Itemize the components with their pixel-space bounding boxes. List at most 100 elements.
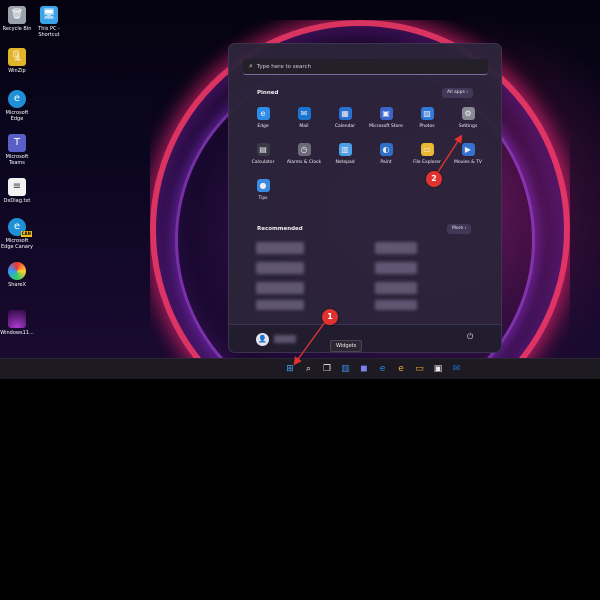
all-apps-button[interactable]: All apps › — [442, 88, 474, 98]
desktop-icon-label: This PC - Shortcut — [38, 26, 60, 38]
recommended-title: Recommended — [257, 226, 303, 232]
store-icon: ▣ — [379, 107, 393, 120]
gear-icon: ⚙ — [461, 107, 475, 120]
desktop-icon-label: ShareX — [8, 282, 26, 288]
calculator-icon: ▤ — [256, 143, 270, 156]
widgets-icon[interactable]: ▥ — [340, 363, 352, 375]
mail-icon: ✉ — [297, 107, 311, 120]
recommended-item[interactable] — [256, 242, 304, 254]
start-menu-footer: 👤 ⏻ — [229, 324, 501, 352]
search-icon: ⌕ — [249, 62, 253, 70]
winzip-icon: 🗜 — [8, 48, 26, 66]
search-placeholder: Type here to search — [256, 63, 311, 70]
desktop-icon-teams[interactable]: T Microsoft Teams — [0, 134, 34, 166]
desktop-icon-winzip[interactable]: 🗜 WinZip — [0, 48, 34, 74]
all-apps-label: All apps — [447, 90, 465, 95]
taskbar: ⊞ ⌕ ❐ ▥ ◼ e e ▭ ▣ ✉ — [0, 358, 600, 379]
canary-badge: CAN — [20, 231, 32, 237]
edge-icon[interactable]: e — [377, 363, 389, 375]
recommended-item[interactable] — [375, 242, 417, 254]
desktop-icon-sharex[interactable]: ShareX — [0, 262, 34, 288]
pinned-app-settings[interactable]: ⚙ Settings — [448, 107, 488, 129]
pinned-app-photos[interactable]: ▨ Photos — [407, 107, 447, 129]
windows-start-icon[interactable]: ⊞ — [284, 363, 296, 375]
pinned-app-label: Alarms & Clock — [286, 160, 322, 165]
teams-icon: T — [8, 134, 26, 152]
pinned-app-mail[interactable]: ✉ Mail — [284, 107, 324, 129]
power-icon[interactable]: ⏻ — [467, 332, 473, 342]
desktop-icon-label: Microsoft Teams — [5, 154, 29, 166]
search-icon[interactable]: ⌕ — [303, 363, 315, 375]
pinned-app-label: Calculator — [251, 160, 275, 165]
clock-icon: ◷ — [297, 143, 311, 156]
recommended-item[interactable] — [375, 282, 417, 294]
pinned-app-label: Notepad — [335, 160, 355, 165]
pinned-app-file-explorer[interactable]: ▭ File Explorer — [407, 143, 447, 165]
desktop-wallpaper: 🗑 Recycle Bin 🖥 This PC - Shortcut 🗜 Win… — [0, 0, 600, 358]
start-menu: ⌕ Type here to search Pinned All apps › … — [228, 43, 502, 353]
chevron-right-icon: › — [464, 226, 467, 231]
pinned-app-label: Photos — [419, 124, 435, 129]
desktop-icon-edge[interactable]: e Microsoft Edge — [0, 90, 34, 122]
pinned-app-calendar[interactable]: ▦ Calendar — [325, 107, 365, 129]
recommended-item[interactable] — [256, 300, 304, 310]
pinned-app-edge[interactable]: e Edge — [243, 107, 283, 129]
paint-icon: ◐ — [379, 143, 393, 156]
chevron-right-icon: › — [466, 90, 469, 95]
recycle-bin-icon: 🗑 — [8, 6, 26, 24]
pinned-app-alarms-clock[interactable]: ◷ Alarms & Clock — [284, 143, 324, 165]
photos-icon: ▨ — [420, 107, 434, 120]
mail-icon[interactable]: ✉ — [451, 363, 463, 375]
desktop-icon-recycle-bin[interactable]: 🗑 Recycle Bin — [0, 6, 34, 32]
folder-icon: ▭ — [420, 143, 434, 156]
desktop-icon-label: Microsoft Edge — [5, 110, 29, 122]
pinned-app-label: Tips — [258, 196, 268, 201]
widgets-tooltip: Widgets — [330, 340, 363, 352]
edge-canary-icon: e CAN — [8, 218, 32, 237]
recommended-item[interactable] — [256, 262, 304, 274]
teams-chat-icon[interactable]: ◼ — [358, 363, 370, 375]
pinned-app-microsoft-store[interactable]: ▣ Microsoft Store — [366, 107, 406, 129]
pinned-app-movies-tv[interactable]: ▶ Movies & TV — [448, 143, 488, 165]
task-view-icon[interactable]: ❐ — [321, 363, 333, 375]
pinned-app-label: Paint — [380, 160, 392, 165]
pinned-app-notepad[interactable]: ▥ Notepad — [325, 143, 365, 165]
recommended-item[interactable] — [375, 262, 417, 274]
desktop-icon-label: Windows11... — [0, 330, 34, 336]
pinned-app-tips[interactable]: ● Tips — [243, 179, 283, 201]
edge-icon: e — [256, 107, 270, 120]
pinned-app-label: Edge — [257, 124, 269, 129]
user-avatar-icon[interactable]: 👤 — [256, 333, 269, 346]
recommended-item[interactable] — [256, 282, 304, 294]
pinned-app-calculator[interactable]: ▤ Calculator — [243, 143, 283, 165]
more-button[interactable]: More › — [447, 224, 472, 234]
desktop-icon-windows11[interactable]: Windows11... — [0, 310, 34, 336]
desktop-icon-label: Recycle Bin — [2, 26, 32, 32]
start-search-input[interactable]: ⌕ Type here to search — [243, 59, 488, 75]
computer-icon: 🖥 — [40, 6, 58, 24]
pinned-title: Pinned — [257, 90, 279, 96]
desktop-icon-label: WinZip — [8, 68, 26, 74]
desktop-icon-this-pc[interactable]: 🖥 This PC - Shortcut — [32, 6, 66, 38]
edge-canary-icon[interactable]: e — [395, 363, 407, 375]
desktop-icon-label: DxDiag.txt — [3, 198, 31, 204]
desktop-icon-dxdiag[interactable]: ≡ DxDiag.txt — [0, 178, 34, 204]
windows11-wallpaper-icon — [8, 310, 26, 328]
pinned-app-label: Calendar — [334, 124, 356, 129]
pinned-app-paint[interactable]: ◐ Paint — [366, 143, 406, 165]
pinned-app-label: Settings — [458, 124, 478, 129]
more-label: More — [452, 226, 464, 231]
movies-icon: ▶ — [461, 143, 475, 156]
text-file-icon: ≡ — [8, 178, 26, 196]
desktop-icon-edge-canary[interactable]: e CAN Microsoft Edge Canary — [0, 218, 34, 250]
sharex-icon — [8, 262, 26, 280]
pinned-app-label: File Explorer — [413, 160, 441, 165]
user-name-blurred — [274, 335, 296, 343]
desktop-icon-label: Microsoft Edge Canary — [1, 238, 33, 250]
callout-badge-2: 2 — [426, 171, 442, 187]
notepad-icon: ▥ — [338, 143, 352, 156]
file-explorer-icon[interactable]: ▭ — [414, 363, 426, 375]
pinned-app-label: Mail — [299, 124, 309, 129]
store-icon[interactable]: ▣ — [432, 363, 444, 375]
recommended-item[interactable] — [375, 300, 417, 310]
